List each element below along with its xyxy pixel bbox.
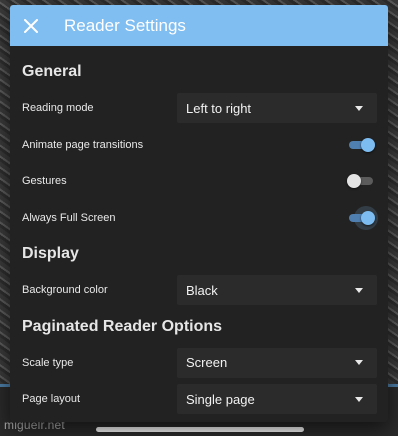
section-header-paginated: Paginated Reader Options	[22, 317, 223, 335]
always-full-screen-label: Always Full Screen	[22, 211, 116, 224]
gestures-toggle[interactable]	[347, 173, 375, 189]
reader-settings-dialog: Reader Settings General Reading mode Lef…	[10, 5, 388, 422]
toggle-thumb	[361, 137, 375, 152]
page-layout-value: Single page	[186, 391, 255, 407]
background-color-select[interactable]: Black	[177, 275, 377, 306]
dialog-title: Reader Settings	[64, 15, 186, 35]
background-color-label: Background color	[22, 284, 108, 297]
background-color-value: Black	[186, 282, 218, 298]
setting-always-full-screen: Always Full Screen	[10, 200, 388, 237]
close-button[interactable]	[10, 5, 52, 46]
toggle-thumb	[347, 174, 361, 189]
dialog-titlebar: Reader Settings	[10, 5, 388, 46]
scale-type-select[interactable]: Screen	[177, 347, 377, 378]
dropdown-arrow-icon	[355, 105, 363, 111]
setting-animate-transitions: Animate page transitions	[10, 127, 388, 164]
setting-reading-mode: Reading mode Left to right	[10, 90, 388, 127]
page-layout-select[interactable]: Single page	[177, 384, 377, 415]
home-indicator[interactable]	[96, 427, 304, 432]
section-header-general: General	[22, 63, 82, 80]
dropdown-arrow-icon	[355, 396, 363, 402]
toggle-thumb	[361, 210, 375, 225]
scale-type-value: Screen	[186, 355, 228, 371]
gestures-label: Gestures	[22, 175, 67, 188]
close-icon	[24, 18, 38, 33]
dropdown-arrow-icon	[355, 287, 363, 293]
dropdown-arrow-icon	[355, 360, 363, 366]
reading-mode-value: Left to right	[186, 100, 252, 116]
always-full-screen-toggle[interactable]	[347, 205, 378, 230]
scale-type-label: Scale type	[22, 356, 74, 369]
setting-background-color: Background color Black	[10, 272, 388, 309]
page-layout-label: Page layout	[22, 393, 81, 406]
setting-scale-type: Scale type Screen	[10, 345, 388, 382]
reading-mode-label: Reading mode	[22, 102, 94, 115]
reading-mode-select[interactable]: Left to right	[177, 93, 377, 124]
setting-gestures: Gestures	[10, 163, 388, 200]
animate-transitions-label: Animate page transitions	[22, 138, 144, 151]
animate-transitions-toggle[interactable]	[347, 137, 375, 153]
setting-page-layout: Page layout Single page	[10, 381, 388, 418]
section-header-display: Display	[22, 245, 79, 262]
